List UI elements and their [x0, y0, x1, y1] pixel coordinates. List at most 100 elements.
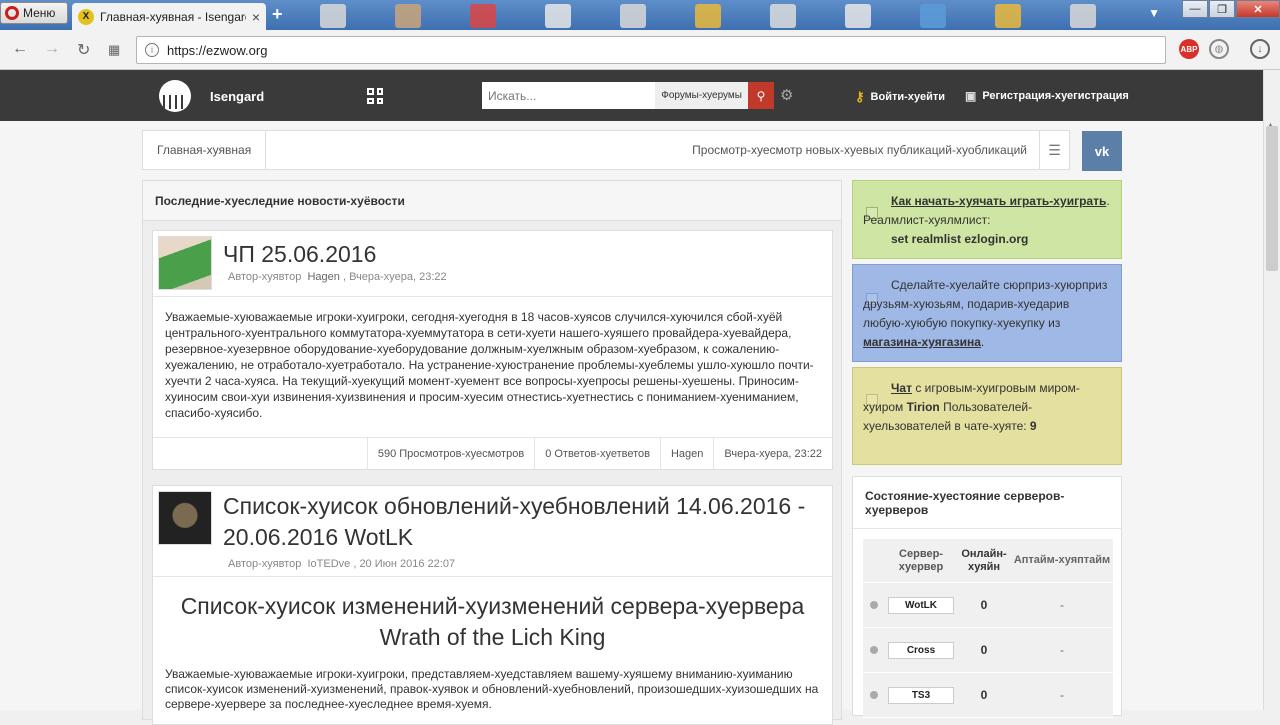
- howto-start-link[interactable]: Как начать-хуячать играть-хуиграть: [891, 194, 1106, 208]
- server-status-panel: Состояние-хуестояние серверов-хуерверов …: [852, 476, 1122, 718]
- tab-close-icon[interactable]: ×: [252, 9, 260, 25]
- gift-shop-text: Сделайте-хуелайте сюрприз-хуюрприз друзь…: [863, 276, 1113, 352]
- speed-dial-grid-icon[interactable]: ▦: [108, 42, 120, 58]
- post-footer: 590 Просмотров-хуесмотров 0 Ответов-хует…: [153, 437, 832, 470]
- gift-text-end: .: [980, 335, 985, 349]
- adblock-plus-icon[interactable]: ABP: [1179, 39, 1199, 59]
- post-date: , Вчера-хуера, 23:22: [342, 271, 447, 283]
- url-field[interactable]: i https://ezwow.org: [136, 36, 1166, 64]
- login-label: Войти-хуейти: [870, 91, 946, 103]
- server-uptime: -: [1060, 643, 1064, 657]
- shop-link[interactable]: магазина-хуягазина: [863, 335, 981, 349]
- post-meta: Автор-хуявтор IoTEDve , 20 Июн 2016 22:0…: [228, 558, 455, 570]
- server-online: 0: [980, 688, 988, 702]
- realmlist-value: set realmlist ezlogin.org: [891, 232, 1029, 246]
- vk-social-button[interactable]: vk: [1082, 131, 1122, 171]
- search-input[interactable]: [482, 82, 656, 109]
- table-row: Cross 0 -: [863, 628, 1113, 673]
- status-dot-icon: [870, 646, 878, 654]
- browser-tab-bar: Меню X Главная-хуявная - Isengard × + ▼ …: [0, 0, 1280, 30]
- reload-icon[interactable]: ↻: [77, 40, 90, 60]
- menu-label: Меню: [23, 6, 56, 20]
- background-app-icon: [995, 4, 1021, 28]
- background-app-icon: [845, 4, 871, 28]
- brand-name[interactable]: Isengard: [210, 89, 264, 104]
- key-icon: ⚷: [855, 89, 865, 104]
- new-tab-button[interactable]: +: [272, 4, 283, 25]
- post-replies[interactable]: 0 Ответов-хуетветов: [534, 438, 660, 470]
- post-body: Список-хуисок изменений-хуизменений серв…: [153, 576, 832, 712]
- page-scrollbar[interactable]: ▲: [1263, 70, 1280, 710]
- search-icon: ⚲: [756, 88, 766, 103]
- post-last-author[interactable]: Hagen: [659, 438, 713, 470]
- server-status-title: Состояние-хуестояние серверов-хуерверов: [853, 477, 1121, 529]
- login-link[interactable]: ⚷ Войти-хуейти: [855, 89, 945, 105]
- post-views: 590 Просмотров-хуесмотров: [366, 438, 534, 470]
- browser-tab-active[interactable]: X Главная-хуявная - Isengard ×: [72, 3, 266, 30]
- chat-box: Чат с игровым-хуигровым миром-хуиром Tir…: [852, 367, 1122, 465]
- news-panel: Последние-хуеследние новости-хуёвости ЧП…: [142, 180, 842, 725]
- site-logo-icon[interactable]: [159, 80, 191, 112]
- howto-start-text: Как начать-хуячать играть-хуиграть. Реал…: [863, 192, 1113, 249]
- view-new-content-link[interactable]: Просмотр-хуесмотр новых-хуевых публикаци…: [692, 143, 1039, 157]
- search-form: Форумы-хуерумы ⚲: [482, 82, 774, 109]
- post-title[interactable]: ЧП 25.06.2016: [223, 239, 376, 269]
- site-header: Isengard Форумы-хуерумы ⚲ ⚙ ⚷ Войти-хуей…: [0, 70, 1263, 121]
- background-app-icon: [545, 4, 571, 28]
- list-icon[interactable]: ☰: [1039, 131, 1069, 169]
- background-app-icon: [1070, 4, 1096, 28]
- table-row: WotLK 0 -: [863, 583, 1113, 628]
- minimize-button[interactable]: —: [1182, 0, 1208, 18]
- site-info-icon[interactable]: i: [145, 43, 159, 57]
- vpn-globe-icon[interactable]: ◍: [1209, 39, 1229, 59]
- page-content: Главная-хуявная Просмотр-хуесмотр новых-…: [0, 121, 1263, 725]
- downloads-icon[interactable]: ↓: [1250, 39, 1270, 59]
- chat-link[interactable]: Чат: [891, 381, 912, 395]
- scrollbar-thumb[interactable]: [1266, 126, 1278, 271]
- register-label: Регистрация-хуегистрация: [982, 90, 1129, 102]
- tab-menu-chevron-icon[interactable]: ▼: [1148, 6, 1160, 20]
- status-dot-icon: [870, 691, 878, 699]
- news-panel-title: Последние-хуеследние новости-хуёвости: [143, 181, 841, 221]
- server-name: WotLK: [888, 596, 954, 614]
- opera-logo-icon: [5, 6, 19, 20]
- chat-text: Чат с игровым-хуигровым миром-хуиром Tir…: [863, 379, 1113, 436]
- post-body: Уважаемые-хуюважаемые игроки-хуигроки, с…: [153, 296, 832, 433]
- maximize-button[interactable]: ❐: [1209, 0, 1235, 18]
- close-window-button[interactable]: ✕: [1236, 0, 1280, 18]
- author-avatar[interactable]: [158, 236, 212, 290]
- post-date: , 20 Июн 2016 22:07: [353, 558, 456, 570]
- register-link[interactable]: ▣ Регистрация-хуегистрация: [965, 89, 1129, 103]
- background-app-icon: [470, 4, 496, 28]
- howto-start-box: Как начать-хуячать играть-хуиграть. Реал…: [852, 180, 1122, 259]
- server-status-table: Сервер-хуервер Онлайн-хуяйн Аптайм-хуяпт…: [863, 539, 1113, 718]
- chat-users-count: 9: [1029, 419, 1037, 433]
- author-avatar[interactable]: [158, 491, 212, 545]
- table-row: TS3 0 -: [863, 673, 1113, 718]
- post-meta: Автор-хуявтор Hagen , Вчера-хуера, 23:22: [228, 271, 447, 283]
- opera-menu-button[interactable]: Меню: [0, 2, 68, 24]
- author-link[interactable]: Hagen: [307, 271, 339, 283]
- breadcrumb-home-link[interactable]: Главная-хуявная: [143, 131, 267, 169]
- background-app-icon: [320, 4, 346, 28]
- forward-arrow-icon[interactable]: →: [44, 40, 60, 58]
- background-app-icon: [395, 4, 421, 28]
- site-favicon-icon: X: [78, 8, 94, 25]
- gift-text: Сделайте-хуелайте сюрприз-хуюрприз друзь…: [863, 278, 1108, 330]
- search-settings-gear-icon[interactable]: ⚙: [780, 86, 793, 104]
- author-link[interactable]: IoTEDve: [307, 558, 350, 570]
- background-app-icon: [695, 4, 721, 28]
- back-arrow-icon[interactable]: ←: [12, 40, 28, 58]
- news-post: Список-хуисок обновлений-хуебновлений 14…: [152, 485, 833, 725]
- status-dot-icon: [870, 601, 878, 609]
- col-server: Сервер-хуервер: [898, 547, 944, 573]
- apps-grid-icon[interactable]: [367, 88, 383, 104]
- server-online: 0: [980, 643, 988, 657]
- post-title[interactable]: Список-хуисок обновлений-хуебновлений 14…: [223, 491, 823, 553]
- post-last-date: Вчера-хуера, 23:22: [713, 438, 832, 470]
- tab-title: Главная-хуявная - Isengard: [100, 9, 246, 24]
- background-app-icon: [770, 4, 796, 28]
- search-button[interactable]: ⚲: [748, 82, 774, 109]
- author-label: Автор-хуявтор: [228, 271, 302, 283]
- search-scope-select[interactable]: Форумы-хуерумы: [655, 82, 748, 109]
